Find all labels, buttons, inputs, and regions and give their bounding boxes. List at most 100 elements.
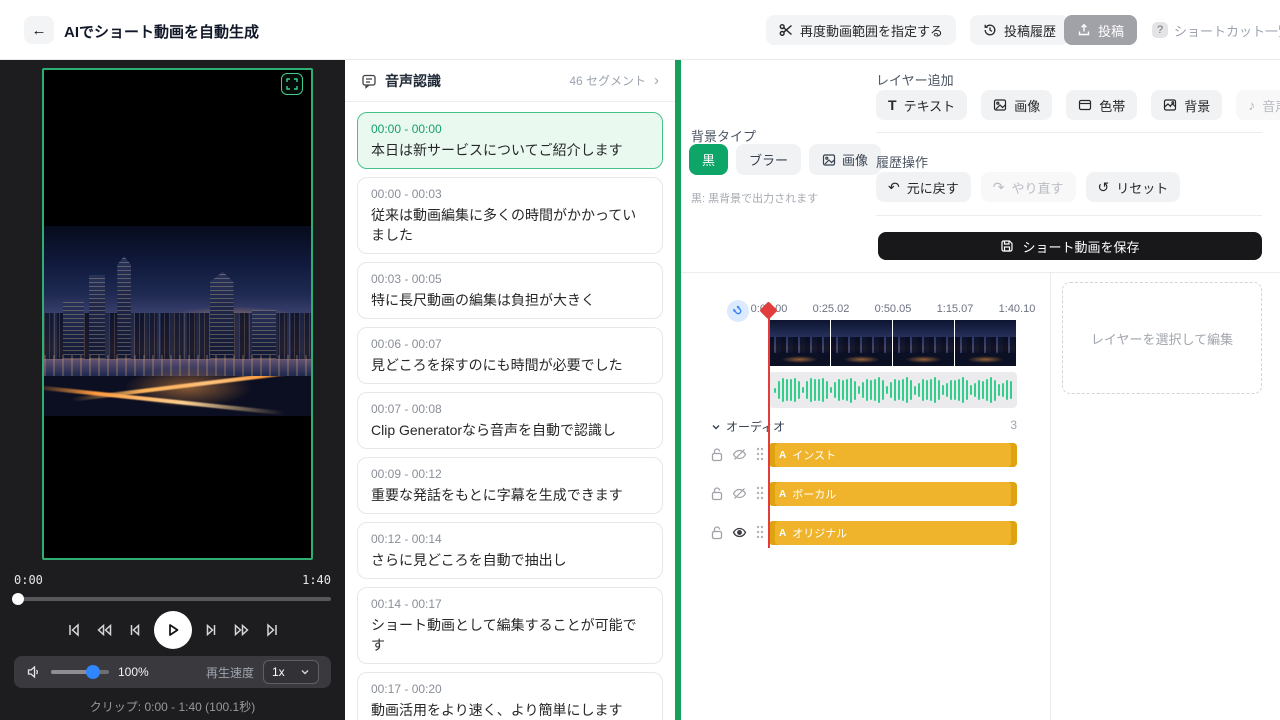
image-icon (822, 153, 836, 167)
play-button[interactable] (154, 611, 192, 649)
transcript-segment[interactable]: 00:07 - 00:08 Clip Generatorなら音声を自動で認識し (357, 392, 663, 449)
expand-icon[interactable] (281, 73, 303, 95)
lock-icon[interactable] (710, 447, 724, 462)
background-icon (1163, 98, 1177, 112)
transcript-segment[interactable]: 00:00 - 00:00 本日は新サービスについてご紹介します (357, 112, 663, 169)
audio-track-count: 3 (1003, 418, 1017, 432)
audio-track-bar[interactable]: A ボーカル (769, 482, 1017, 506)
layer-add-buttons: T テキスト 画像 色帯 (876, 90, 1280, 120)
eye-icon[interactable] (732, 525, 747, 540)
volume-thumb[interactable] (86, 665, 100, 679)
background-type-caption: 黒: 黒背景で出力されます (691, 190, 818, 206)
transcript-segment[interactable]: 00:00 - 00:03 従来は動画編集に多くの時間がかかっていました (357, 177, 663, 254)
skip-end-button[interactable] (263, 621, 281, 639)
current-time: 0:00 (14, 573, 43, 587)
background-type-chips: 黒 ブラー 画像 (689, 144, 881, 175)
question-icon: ? (1152, 22, 1168, 38)
scissors-icon (779, 23, 793, 37)
back-button[interactable]: ← (24, 16, 54, 44)
fast-forward-icon[interactable] (232, 621, 252, 639)
transcript-segment[interactable]: 00:17 - 00:20 動画活用をより速く、より簡単にします (357, 672, 663, 720)
clip-info: クリップ: 0:00 - 1:40 (100.1秒) (0, 698, 345, 715)
skip-start-button[interactable] (65, 621, 83, 639)
add-band-button[interactable]: 色帯 (1066, 90, 1137, 120)
text-tool-icon: T (888, 98, 897, 112)
seek-bar[interactable] (14, 597, 331, 601)
reset-button[interactable]: ↺ リセット (1086, 172, 1181, 202)
history-buttons: ↶ 元に戻す ↷ やり直す ↺ リセット (876, 172, 1180, 202)
audio-track-bar[interactable]: A オリジナル (769, 521, 1017, 545)
bg-type-image-chip[interactable]: 画像 (809, 144, 881, 175)
add-image-button[interactable]: 画像 (981, 90, 1052, 120)
drag-handle-icon[interactable] (755, 446, 765, 462)
panel-divider[interactable] (675, 60, 681, 720)
eye-off-icon[interactable] (732, 486, 747, 501)
volume-percent: 100% (118, 665, 149, 679)
speed-select[interactable]: 1x (263, 660, 319, 684)
duration: 1:40 (302, 573, 331, 587)
bg-type-blur-chip[interactable]: ブラー (736, 144, 801, 175)
color-band-icon (1078, 98, 1092, 112)
reset-icon: ↺ (1098, 180, 1110, 194)
history-ops-label: 履歴操作 (876, 152, 928, 171)
add-background-button[interactable]: 背景 (1151, 90, 1222, 120)
audio-track-bar[interactable]: A インスト (769, 443, 1017, 467)
eye-off-icon[interactable] (732, 447, 747, 462)
video-frame[interactable] (42, 68, 313, 560)
frame-forward-button[interactable] (203, 621, 221, 639)
video-track-thumbnails[interactable] (769, 320, 1017, 366)
audio-waveform[interactable] (769, 372, 1017, 408)
app-root: ← AIでショート動画を自動生成 再度動画範囲を指定する 投稿履歴 (0, 0, 1280, 720)
undo-icon: ↶ (888, 180, 900, 194)
speed-label: 再生速度 (206, 664, 254, 681)
frame-back-button[interactable] (125, 621, 143, 639)
shortcut-list-link[interactable]: ? ショートカット一覧 (1148, 15, 1280, 45)
timeline-tick: 1:40.10 (993, 303, 1041, 315)
timeline-tick: 1:15.07 (931, 303, 979, 315)
volume-slider[interactable] (51, 670, 109, 674)
lock-icon[interactable] (710, 525, 724, 540)
timeline-tick: 0:25.02 (807, 303, 855, 315)
transcript-segment[interactable]: 00:12 - 00:14 さらに見どころを自動で抽出し (357, 522, 663, 579)
seek-thumb[interactable] (12, 593, 24, 605)
page-title: AIでショート動画を自動生成 (64, 21, 259, 42)
transcript-segment[interactable]: 00:03 - 00:05 特に長尺動画の編集は負担が大きく (357, 262, 663, 319)
lock-icon[interactable] (710, 486, 724, 501)
transcript-segment[interactable]: 00:09 - 00:12 重要な発話をもとに字幕を生成できます (357, 457, 663, 514)
save-short-video-button[interactable]: ショート動画を保存 (878, 232, 1262, 260)
transcript-segment[interactable]: 00:06 - 00:07 見どころを探すのにも時間が必要でした (357, 327, 663, 384)
audio-group-toggle[interactable]: オーディオ (711, 418, 785, 435)
post-button[interactable]: 投稿 (1064, 15, 1137, 45)
segment-list: 00:00 - 00:00 本日は新サービスについてご紹介します 00:00 -… (345, 102, 675, 720)
add-text-button[interactable]: T テキスト (876, 90, 967, 120)
redo-icon: ↷ (993, 180, 1005, 194)
rewind-icon[interactable] (94, 621, 114, 639)
post-history-button[interactable]: 投稿履歴 (970, 15, 1069, 45)
speech-recognition-icon (361, 73, 377, 89)
music-note-icon: ♪ (1248, 98, 1255, 112)
transcript-header[interactable]: 音声認識 46 セグメント › (345, 60, 675, 102)
transport-controls (0, 610, 345, 650)
chevron-down-icon (300, 667, 310, 677)
bg-type-black-chip[interactable]: 黒 (689, 144, 728, 175)
layer-add-label: レイヤー追加 (876, 70, 954, 89)
speaker-icon[interactable] (26, 664, 42, 680)
transcript-segment[interactable]: 00:14 - 00:17 ショート動画として編集することが可能です (357, 587, 663, 664)
drag-handle-icon[interactable] (755, 485, 765, 501)
audio-track-row: A ボーカル (681, 482, 1048, 506)
timeline-tick: 0:50.05 (869, 303, 917, 315)
player-time-row: 0:00 1:40 (14, 573, 331, 587)
redo-button[interactable]: ↷ やり直す (981, 172, 1076, 202)
playhead-line[interactable] (768, 306, 770, 548)
audio-track-row: A インスト (681, 443, 1048, 467)
respecify-range-button[interactable]: 再度動画範囲を指定する (766, 15, 956, 45)
upload-icon (1077, 23, 1091, 37)
chevron-down-icon (711, 422, 721, 432)
undo-button[interactable]: ↶ 元に戻す (876, 172, 971, 202)
history-clock-icon (983, 23, 997, 37)
edit-panel: 背景タイプ 黒 ブラー 画像 黒: 黒背景で出力されます レイヤー追加 (681, 60, 1280, 720)
add-audio-button[interactable]: ♪ 音声 (1236, 90, 1280, 120)
drag-handle-icon[interactable] (755, 524, 765, 540)
video-panel: 0:00 1:40 (0, 60, 345, 720)
volume-bar: 100% 再生速度 1x (14, 656, 331, 688)
